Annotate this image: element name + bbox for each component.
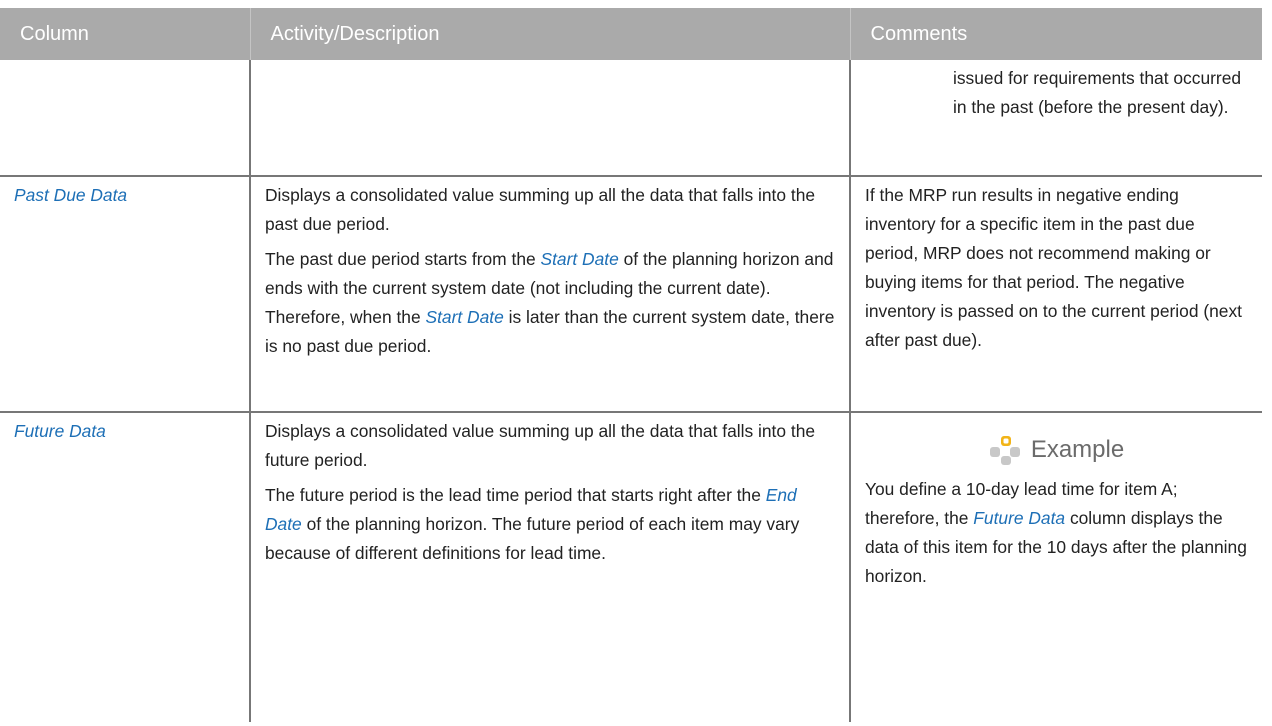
cell-column: Past Due Data: [0, 175, 251, 413]
cell-description: Displays a consolidated value summing up…: [249, 175, 851, 413]
table-row: issued for requirements that occurred in…: [0, 60, 1262, 177]
example-icon: [989, 436, 1020, 465]
cell-description: [249, 60, 851, 177]
column-name: Future Data: [14, 421, 106, 441]
future-data-ref: Future Data: [973, 508, 1066, 528]
header-comments: Comments: [850, 8, 1262, 60]
description-paragraph: Displays a consolidated value summing up…: [265, 185, 816, 234]
start-date-ref: Start Date: [425, 307, 504, 327]
cell-comments: If the MRP run results in negative endin…: [849, 175, 1262, 413]
text-segment: The future period is the lead time perio…: [265, 485, 766, 505]
text-segment: The past due period starts from the: [265, 249, 541, 269]
example-header: Example: [865, 417, 1248, 465]
cell-description: Displays a consolidated value summing up…: [249, 411, 851, 722]
table-header-row: Column Activity/Description Comments: [0, 8, 1262, 60]
header-column: Column: [0, 8, 251, 60]
cell-column: [0, 60, 251, 177]
table-row: Past Due Data Displays a consolidated va…: [0, 175, 1262, 413]
comment-text: If the MRP run results in negative endin…: [865, 185, 1243, 350]
column-name: Past Due Data: [14, 185, 128, 205]
cell-comments: Example You define a 10-day lead time fo…: [849, 411, 1262, 722]
example-text: You define a 10-day lead time for item A…: [865, 475, 1248, 591]
start-date-ref: Start Date: [540, 249, 619, 269]
document-table: Column Activity/Description Comments iss…: [0, 8, 1262, 722]
header-activity-description: Activity/Description: [250, 8, 851, 60]
description-paragraph: The future period is the lead time perio…: [265, 481, 835, 568]
example-label: Example: [1030, 436, 1125, 463]
description-paragraph: Displays a consolidated value summing up…: [265, 421, 816, 470]
description-paragraph: The past due period starts from the Star…: [265, 245, 835, 361]
table-row: Future Data Displays a consolidated valu…: [0, 411, 1262, 722]
cell-column: Future Data: [0, 411, 251, 722]
comment-text: issued for requirements that occurred in…: [953, 68, 1242, 117]
text-segment: of the planning horizon. The future peri…: [265, 514, 800, 563]
cell-comments: issued for requirements that occurred in…: [849, 60, 1262, 177]
